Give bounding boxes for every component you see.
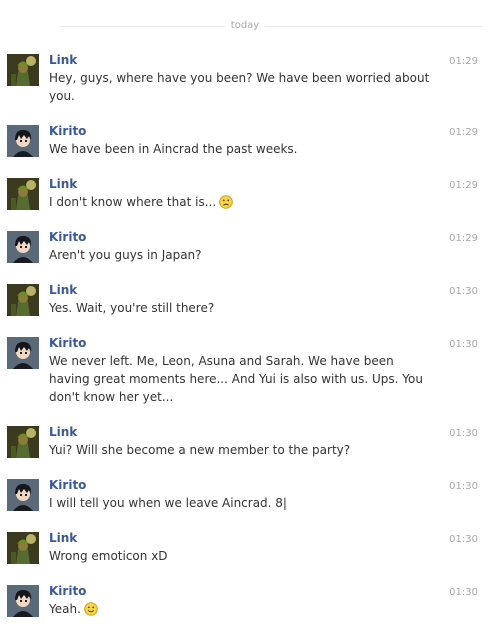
kirito-avatar[interactable] [7, 337, 39, 369]
message-text: Hey, guys, where have you been? We have … [49, 71, 430, 103]
message-text: Yui? Will she become a new member to the… [49, 443, 351, 457]
sender-name[interactable]: Kirito [49, 477, 86, 493]
kirito-avatar[interactable] [7, 125, 39, 157]
sender-name[interactable]: Link [49, 176, 77, 192]
kirito-avatar[interactable] [7, 479, 39, 511]
message-time: 01:29 [449, 233, 478, 244]
message-time: 01:30 [449, 428, 478, 439]
link-avatar[interactable] [7, 178, 39, 210]
kirito-avatar[interactable] [7, 231, 39, 263]
link-avatar[interactable] [7, 426, 39, 458]
message-time: 01:30 [449, 481, 478, 492]
message-text: I don't know where that is... [49, 193, 434, 214]
link-avatar[interactable] [7, 54, 39, 86]
message-time: 01:30 [449, 286, 478, 297]
sender-name[interactable]: Kirito [49, 123, 86, 139]
message-text: Aren't you guys in Japan? [49, 248, 202, 262]
message-text: We never left. Me, Leon, Asuna and Sarah… [49, 354, 423, 404]
sender-name[interactable]: Link [49, 282, 77, 298]
message-text: Yes. Wait, you're still there? [49, 301, 215, 315]
sender-name[interactable]: Kirito [49, 335, 86, 351]
message-time: 01:30 [449, 339, 478, 350]
link-avatar[interactable] [7, 284, 39, 316]
message-text: I will tell you when we leave Aincrad. 8… [49, 496, 287, 510]
sender-name[interactable]: Link [49, 530, 77, 546]
sender-name[interactable]: Kirito [49, 229, 86, 245]
message-time: 01:29 [449, 56, 478, 67]
message-time: 01:30 [449, 534, 478, 545]
message-time: 01:29 [449, 127, 478, 138]
message-time: 01:29 [449, 180, 478, 191]
message-text: We have been in Aincrad the past weeks. [49, 142, 298, 156]
sender-name[interactable]: Kirito [49, 583, 86, 599]
link-avatar[interactable] [7, 532, 39, 564]
date-divider: today [0, 19, 490, 33]
sender-name[interactable]: Link [49, 52, 77, 68]
sender-name[interactable]: Link [49, 424, 77, 440]
frown-emoticon-icon [219, 195, 233, 214]
message-time: 01:30 [449, 587, 478, 598]
message-text: Wrong emoticon xD [49, 549, 168, 563]
kirito-avatar[interactable] [7, 585, 39, 617]
smile-emoticon-icon [84, 602, 98, 621]
message-text: Yeah. [49, 600, 434, 621]
